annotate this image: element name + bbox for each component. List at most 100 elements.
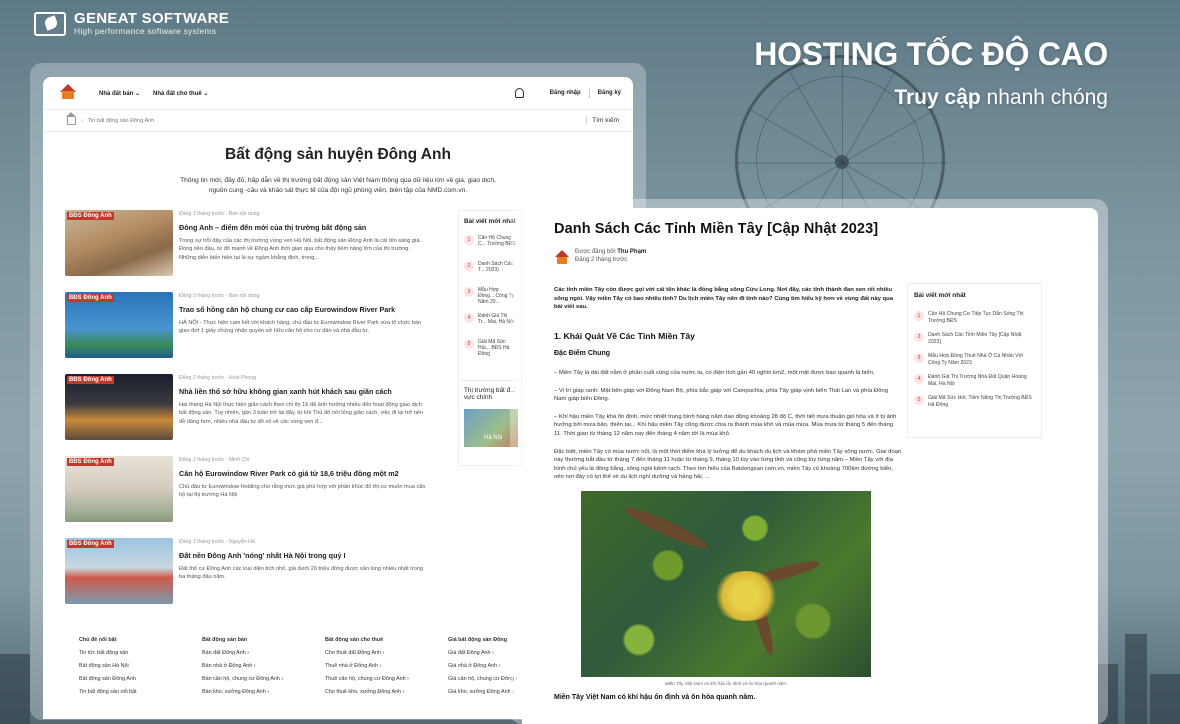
footer-heading: Bất động sản cho thuê xyxy=(325,637,384,643)
nav-item-nha-dat-ban[interactable]: Nhà đất bán ⌄ xyxy=(99,90,140,97)
brand-name: GENEAT SOFTWARE xyxy=(74,10,230,27)
sidebar-post-item[interactable]: 2 Danh Sách Các Tỉnh Miền Tây [Cập Nhật 2… xyxy=(908,332,1041,353)
page-title: Bất động sản huyện Đông Anh xyxy=(225,146,451,163)
paragraph: Đặc biệt, miền Tây có mùa nước nổi, là m… xyxy=(554,448,902,481)
footer-column: Chủ đề nổi bật Tin tức bất động sản Bất … xyxy=(79,637,202,702)
article-card[interactable]: BĐS Đông Anh Đăng 2 tháng trước - Ban nộ… xyxy=(65,292,427,374)
photo-caption: Miền Tây Việt Nam có khí hậu ổn định và … xyxy=(664,681,788,686)
home-icon[interactable] xyxy=(66,111,76,125)
article-excerpt: HÀ NỘI - Thực hiện cam kết với khách hàn… xyxy=(179,320,422,335)
article-excerpt: Trong sự trỗi dậy của các thị trường vùn… xyxy=(179,238,421,261)
bottom-paragraph: Miền Tây Việt Nam có khí hậu ổn định và … xyxy=(554,694,756,701)
author-block: Được đăng bởi Thu Phạm Đăng 2 tháng trướ… xyxy=(554,249,646,265)
sidebar-title: Bài viết mới nhất xyxy=(914,292,966,299)
sidebar-post-item[interactable]: 5 Giải Mã Sức Hút, Tiềm Năng Thị Trường B… xyxy=(908,395,1041,416)
article-title[interactable]: Căn hộ Eurowindow River Park có giá từ 1… xyxy=(179,469,427,478)
sidebar-post-item[interactable]: 4 Đánh Giá Thị Trường Nhà Đất Quận Hoàng … xyxy=(908,374,1041,395)
article-card[interactable]: BĐS Đông Anh Đăng 2 tháng trước - Ban nộ… xyxy=(65,210,427,292)
article-thumbnail[interactable]: BĐS Đông Anh xyxy=(65,374,173,440)
article-card[interactable]: BĐS Đông Anh Đăng 2 tháng trước - Nguyễn… xyxy=(65,538,427,620)
chevron-right-icon: › xyxy=(81,117,83,124)
article-excerpt: Chủ đầu tư Eurowindow Holding cho rằng m… xyxy=(179,484,426,499)
article-thumbnail[interactable]: BĐS Đông Anh xyxy=(65,210,173,276)
footer-link[interactable]: Bán nhà ở Đông Anh › xyxy=(202,663,325,669)
article-meta: Đăng 2 tháng trước - Ban nội dung xyxy=(179,293,260,299)
browser-window-article: Danh Sách Các Tỉnh Miền Tây [Cập Nhật 20… xyxy=(510,199,1108,724)
category-tag: BĐS Đông Anh xyxy=(67,294,114,302)
author-avatar xyxy=(554,249,570,265)
article-page: Danh Sách Các Tỉnh Miền Tây [Cập Nhật 20… xyxy=(522,208,1098,724)
article-photo xyxy=(581,491,871,677)
article-thumbnail[interactable]: BĐS Đông Anh xyxy=(65,456,173,522)
hero-subtitle-rest: nhanh chóng xyxy=(980,86,1108,109)
footer-link[interactable]: Thuê căn hộ, chung cư Đông Anh › xyxy=(325,676,448,682)
top-nav: Nhà đất bán ⌄ Nhà đất cho thuê ⌄ Đăng nh… xyxy=(43,77,633,110)
article-title[interactable]: Trao sổ hồng căn hộ chung cư cao cấp Eur… xyxy=(179,305,427,314)
category-tag: BĐS Đông Anh xyxy=(67,540,114,548)
geneat-logo-icon xyxy=(34,11,66,36)
article-title[interactable]: Nhà liền thổ sở hữu không gian xanh hút … xyxy=(179,387,427,396)
page-lead: Thông tin mới, đầy đủ, hấp dẫn về thị tr… xyxy=(180,177,496,194)
article-card[interactable]: BĐS Đông Anh Đăng 2 tháng trước - Hoài P… xyxy=(65,374,427,456)
article-thumbnail[interactable]: BĐS Đông Anh xyxy=(65,292,173,358)
hero-title: HOSTING TỐC ĐỘ CAO xyxy=(754,36,1108,72)
author-prefix: Được đăng bởi xyxy=(575,249,616,255)
footer-link[interactable]: Bán đất Đông Anh › xyxy=(202,650,325,656)
sidebar-post-item[interactable]: 1 Căn Hộ Chung Cư Tiếp Tục Dẫn Sóng Thị T… xyxy=(908,311,1041,332)
article-intro: Các tỉnh miền Tây còn được gọi với cái t… xyxy=(554,287,894,311)
footer-link[interactable]: Cho thuê đất Đông Anh › xyxy=(325,650,448,656)
hero-subtitle: Truy cập nhanh chóng xyxy=(894,86,1108,110)
footer-column: Bất động sản cho thuê Cho thuê đất Đông … xyxy=(325,637,448,702)
author-name[interactable]: Thu Phạm xyxy=(617,249,646,255)
article-excerpt: Hai tháng Hà Nội thực hiện giãn cách the… xyxy=(179,402,424,425)
article-meta: Đăng 2 tháng trước - Nguyễn Hà xyxy=(179,539,255,545)
paragraph: – Vị trí giáp ranh: Mặt bên giáp với Đôn… xyxy=(554,387,888,403)
article-card[interactable]: BĐS Đông Anh Đăng 2 tháng trước - Minh C… xyxy=(65,456,427,538)
divider xyxy=(588,88,590,98)
article-meta: Đăng 2 tháng trước - Hoài Phong xyxy=(179,375,256,381)
nav-item-nha-dat-cho-thue[interactable]: Nhà đất cho thuê ⌄ xyxy=(153,90,208,97)
footer-link[interactable]: Bán căn hộ, chung cư Đông Anh › xyxy=(202,676,325,682)
footer-link[interactable]: Cho thuê kho, xưởng Đông Anh › xyxy=(325,689,448,695)
footer-link[interactable]: Bất động sản Hà Nội xyxy=(79,663,202,669)
article-title[interactable]: Đông Anh – điểm đến mới của thị trường b… xyxy=(179,223,427,232)
market-sidebar-title: Thị trường bất đ... vực chính xyxy=(464,387,516,401)
breadcrumb: › Tin bất động sản Đông Anh Tìm kiếm xyxy=(43,110,633,132)
breadcrumb-item[interactable]: Tin bất động sản Đông Anh xyxy=(88,118,154,124)
category-tag: BĐS Đông Anh xyxy=(67,212,114,220)
footer-column: Bất động sản bán Bán đất Đông Anh › Bán … xyxy=(202,637,325,702)
subsection-heading: Đặc Điểm Chung xyxy=(554,350,611,358)
nmd-logo-icon[interactable] xyxy=(57,83,79,103)
nav-right: Đăng nhập Đăng ký xyxy=(514,88,621,98)
bell-icon[interactable] xyxy=(514,88,524,98)
post-date: Đăng 2 tháng trước xyxy=(575,257,628,263)
article-meta: Đăng 2 tháng trước - Ban nội dung xyxy=(179,211,260,217)
article-page-title: Danh Sách Các Tỉnh Miền Tây [Cập Nhật 20… xyxy=(554,221,879,237)
article-thumbnail[interactable]: BĐS Đông Anh xyxy=(65,538,173,604)
footer-link[interactable]: Thuê nhà ở Đông Anh › xyxy=(325,663,448,669)
category-tag: BĐS Đông Anh xyxy=(67,376,114,384)
paragraph: – Khí hậu miền Tây khá ổn định, mức nhiệ… xyxy=(554,413,897,437)
footer-link[interactable]: Tin tức bất động sản xyxy=(79,650,202,656)
register-link[interactable]: Đăng ký xyxy=(598,90,621,96)
category-tag: BĐS Đông Anh xyxy=(67,458,114,466)
article-list: BĐS Đông Anh Đăng 2 tháng trước - Ban nộ… xyxy=(65,210,427,620)
search-link[interactable]: Tìm kiếm xyxy=(586,117,619,124)
footer-link[interactable]: Tin bất động sản nổi bật xyxy=(79,689,202,695)
footer-link[interactable]: Bán kho, xưởng Đông Anh › xyxy=(202,689,325,695)
article-title[interactable]: Đất nền Đông Anh 'nóng' nhất Hà Nội tron… xyxy=(179,551,427,560)
article-content: Các tỉnh miền Tây còn được gọi với cái t… xyxy=(554,286,902,491)
footer-link[interactable]: Bất động sản Đông Anh xyxy=(79,676,202,682)
latest-posts-sidebar: Bài viết mới nhất 1 Căn Hộ Chung Cư Tiếp … xyxy=(907,283,1042,438)
footer-heading: Bất động sản bán xyxy=(202,637,248,643)
nav-menu: Nhà đất bán ⌄ Nhà đất cho thuê ⌄ xyxy=(99,90,208,97)
article-excerpt: Đất thổ cư Đông Anh các loại diện tích n… xyxy=(179,566,424,581)
brand-tagline: High performance software systems xyxy=(74,26,217,36)
hero-subtitle-bold: Truy cập xyxy=(894,86,981,109)
sidebar-post-item[interactable]: 3 Mẫu Hợp Đồng Thuê Nhà Ở Cá Nhân Với Côn… xyxy=(908,353,1041,374)
article-meta: Đăng 2 tháng trước - Minh Chi xyxy=(179,457,250,463)
paragraph: – Miền Tây là dải đất nằm ở phần cuối cù… xyxy=(554,369,875,376)
brand: GENEAT SOFTWARE High performance softwar… xyxy=(34,11,229,36)
section-heading: 1. Khái Quát Về Các Tỉnh Miền Tây xyxy=(554,330,695,341)
login-link[interactable]: Đăng nhập xyxy=(550,90,581,96)
